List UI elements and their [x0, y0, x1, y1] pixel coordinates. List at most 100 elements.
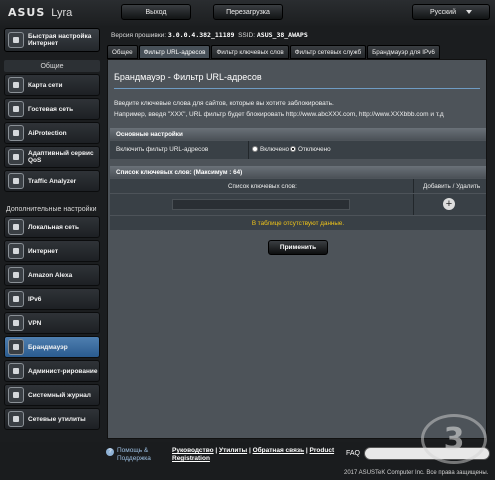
faq-label: FAQ — [346, 450, 361, 457]
advanced-section-title: Дополнительные настройки — [6, 205, 97, 213]
help-icon: ? — [106, 448, 114, 456]
basic-settings-header: Основные настройки — [110, 128, 486, 140]
quick-setup-button[interactable]: Быстрая настройка Интернет — [4, 28, 100, 52]
status-line: Версия прошивки: 3.0.0.4.382_11189 SSID:… — [111, 31, 308, 39]
sidebar-item-qos[interactable]: Адаптивный сервис QoS — [4, 146, 100, 168]
sidebar-item-label: Гостевая сеть — [28, 105, 74, 113]
sidebar-item-label: Админист-рирование — [28, 367, 98, 375]
sidebar-item-wan[interactable]: Интернет — [4, 240, 100, 262]
add-icon[interactable]: + — [443, 198, 455, 210]
empty-table-message: В таблице отсутствуют данные. — [110, 216, 486, 230]
link-utilities[interactable]: Утилиты — [219, 447, 247, 454]
row-divider — [248, 141, 249, 159]
sidebar-item-alexa[interactable]: Amazon Alexa — [4, 264, 100, 286]
enable-filter-row: Включить фильтр URL-адресов Включено Отк… — [110, 141, 486, 159]
footer-links: Руководство | Утилиты | Обратная связь |… — [172, 447, 335, 462]
radio-enabled[interactable]: Включено — [252, 146, 289, 153]
radio-disabled[interactable]: Отключено — [290, 146, 331, 153]
quick-setup-icon — [8, 32, 24, 48]
tab-url-filter[interactable]: Фильтр URL-адресов — [138, 45, 211, 59]
apply-button[interactable]: Применить — [268, 240, 328, 255]
brand-logo: ASUS — [8, 6, 46, 19]
sidebar-item-ipv6[interactable]: IPv6 — [4, 288, 100, 310]
traffic-analyzer-icon — [8, 173, 24, 189]
radio-disabled-label: Отключено — [298, 146, 331, 153]
help-support[interactable]: ? Помощь & Поддержка — [106, 447, 161, 463]
watermark-logo: 3 — [421, 414, 487, 464]
tab-network-services-filter[interactable]: Фильтр сетевых служб — [289, 45, 367, 59]
syslog-icon — [8, 387, 24, 403]
keyword-input-row: + — [110, 194, 486, 215]
sidebar-item-label: Интернет — [28, 247, 59, 255]
main-panel: Брандмауэр - Фильтр URL-адресов Введите … — [107, 59, 487, 439]
reboot-button[interactable]: Перезагрузка — [213, 4, 283, 20]
top-bar: ASUS Lyra Выход Перезагрузка Русский — [0, 0, 495, 26]
radio-icon — [252, 146, 258, 153]
guest-network-icon — [8, 101, 24, 117]
sidebar-item-label: Traffic Analyzer — [28, 177, 77, 185]
lan-icon — [8, 219, 24, 235]
description: Введите ключевые слова для сайтов, котор… — [114, 98, 444, 120]
sidebar-item-label: Локальная сеть — [28, 223, 79, 231]
sidebar-item-network-map[interactable]: Карта сети — [4, 74, 100, 96]
keyword-columns-row: Список ключевых слов: Добавить / Удалить — [110, 179, 486, 193]
firmware-version[interactable]: 3.0.0.4.382_11189 — [168, 31, 235, 39]
sidebar-item-label: Сетевые утилиты — [28, 415, 86, 423]
col-divider — [413, 194, 414, 215]
model-name: Lyra — [51, 7, 73, 19]
col-add-remove: Добавить / Удалить — [423, 183, 481, 190]
sidebar-item-label: IPv6 — [28, 295, 42, 303]
aiprotection-icon — [8, 125, 24, 141]
sidebar-item-vpn[interactable]: VPN — [4, 312, 100, 334]
ssid-label: SSID: — [238, 32, 256, 39]
sidebar-item-label: Карта сети — [28, 81, 63, 89]
help-label: Помощь & Поддержка — [117, 447, 151, 462]
sidebar-item-traffic-analyzer[interactable]: Traffic Analyzer — [4, 170, 100, 192]
title-divider — [114, 88, 480, 89]
tab-general[interactable]: Общее — [107, 45, 138, 59]
sidebar-item-administration[interactable]: Админист-рирование — [4, 360, 100, 382]
description-line-1: Введите ключевые слова для сайтов, котор… — [114, 100, 334, 107]
tab-bar: Общее Фильтр URL-адресов Фильтр ключевых… — [107, 45, 440, 59]
link-feedback[interactable]: Обратная связь — [253, 447, 305, 454]
sidebar-item-network-tools[interactable]: Сетевые утилиты — [4, 408, 100, 430]
footer: ? Помощь & Поддержка Руководство | Утили… — [0, 442, 495, 480]
sidebar-item-label: Брандмауэр — [28, 343, 68, 351]
qos-icon — [8, 149, 24, 165]
logo: ASUS Lyra — [8, 6, 72, 19]
sidebar-item-lan[interactable]: Локальная сеть — [4, 216, 100, 238]
sidebar-item-firewall[interactable]: Брандмауэр — [4, 336, 100, 358]
page-title: Брандмауэр - Фильтр URL-адресов — [114, 72, 262, 82]
firmware-label: Версия прошивки: — [111, 32, 167, 39]
chevron-down-icon — [465, 10, 472, 14]
radio-selected-icon — [290, 146, 296, 153]
sidebar-item-label: Системный журнал — [28, 391, 91, 399]
link-product[interactable]: Product — [310, 447, 335, 454]
keyword-input[interactable] — [172, 199, 350, 210]
general-section-title: Общие — [4, 60, 100, 72]
link-manual[interactable]: Руководство — [172, 447, 214, 454]
tab-keyword-filter[interactable]: Фильтр ключевых слов — [211, 45, 289, 59]
ssid-value: ASUS_38_AWAPS — [256, 31, 308, 39]
copyright: 2017 ASUSTeK Computer Inc. Все права защ… — [344, 470, 489, 476]
sidebar-item-system-log[interactable]: Системный журнал — [4, 384, 100, 406]
quick-setup-label: Быстрая настройка Интернет — [28, 33, 92, 47]
admin-icon — [8, 363, 24, 379]
tab-ipv6-firewall[interactable]: Брандмауэр для IPv6 — [367, 45, 440, 59]
sidebar-item-label: VPN — [28, 319, 42, 327]
logout-button[interactable]: Выход — [121, 4, 191, 20]
alexa-icon — [8, 267, 24, 283]
link-registration[interactable]: Registration — [172, 455, 210, 462]
enable-filter-label: Включить фильтр URL-адресов — [116, 146, 209, 153]
language-select[interactable]: Русский — [412, 4, 490, 20]
radio-enabled-label: Включено — [260, 146, 290, 153]
language-value: Русский — [430, 8, 456, 16]
sidebar-item-label: AiProtection — [28, 129, 67, 137]
network-map-icon — [8, 77, 24, 93]
sidebar-item-guest-network[interactable]: Гостевая сеть — [4, 98, 100, 120]
sidebar-item-aiprotection[interactable]: AiProtection — [4, 122, 100, 144]
keyword-list-header: Список ключевых слов: (Максимум : 64) — [110, 166, 486, 178]
description-line-2: Например, введя "XXX", URL фильтр будет … — [114, 111, 444, 118]
col-divider — [413, 179, 414, 193]
firewall-icon — [8, 339, 24, 355]
